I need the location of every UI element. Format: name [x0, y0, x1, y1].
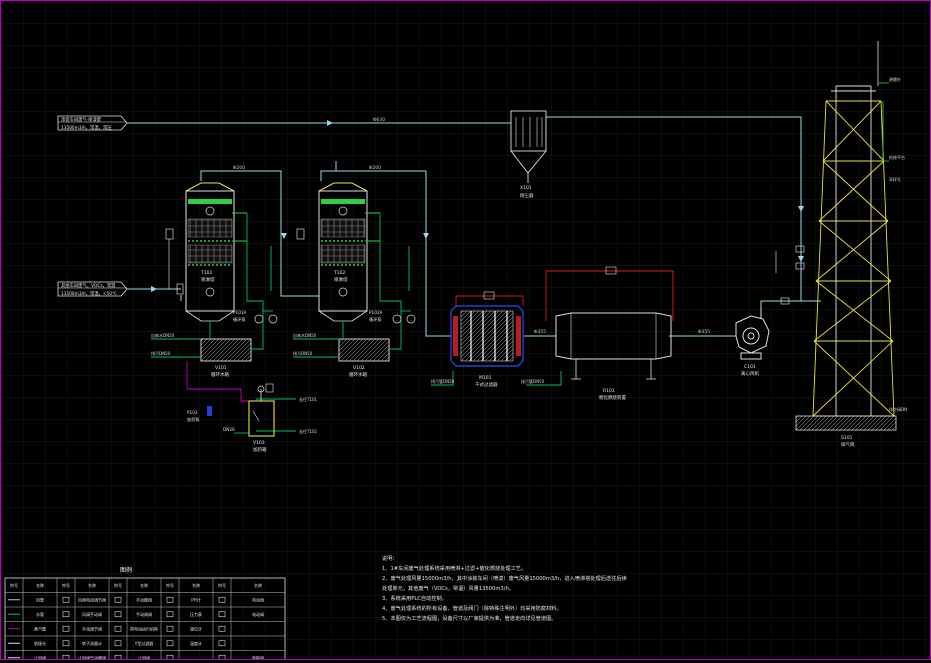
label-stack-3: 采样孔 — [889, 176, 901, 182]
pipe-size-main-top: Φ630 — [373, 117, 385, 123]
inlet-top-label-2: 13500m3/h，常温，常压 — [61, 124, 112, 131]
label-drain-h: 排污管DN50 — [431, 378, 455, 384]
pipe-size-tower1: Φ200 — [233, 165, 245, 171]
label-drain-1: 排污DN50 — [151, 350, 171, 356]
legend-cell: 止回阀 — [34, 654, 46, 659]
s101-tag: S101 — [841, 435, 853, 441]
legend-cell: 风管 — [36, 596, 44, 602]
label-stack-1: 避雷针 — [889, 76, 901, 82]
x101-tag: X101 — [520, 185, 532, 191]
t102-name: 喷淋塔 — [334, 276, 348, 283]
h101-tag: M101 — [479, 375, 492, 381]
v103-name: 加药箱 — [253, 446, 267, 453]
legend-cell: 手动调节阀 — [82, 625, 102, 631]
notes-line-4: 3、系统采用PLC自动控制。 — [382, 596, 447, 602]
p101-name: 循环泵 — [233, 316, 246, 323]
c101-name: 离心风机 — [741, 370, 759, 377]
p101-tag: P101A — [233, 310, 247, 315]
p103-tag: P103 — [187, 410, 198, 415]
legend-cell: 手动蝶阀 — [136, 596, 152, 602]
p102-name: 循环泵 — [369, 316, 382, 323]
x101-name: 除尘器 — [520, 192, 534, 199]
stack-foundation — [795, 415, 897, 431]
dosing-pump-p103 — [207, 406, 212, 416]
notes-line-1: 1、1#车间废气处理系统采用喷淋+过滤+催化燃烧处理工艺。 — [382, 566, 527, 572]
pipe-size-catalytic-in: Φ355 — [534, 329, 546, 335]
r101-name: 催化燃烧装置 — [599, 394, 626, 401]
legend-header-cell: 符号 — [218, 582, 226, 588]
legend-cell: 温度计 — [190, 640, 202, 646]
label-stack-4: 排空阀DN — [889, 406, 907, 412]
notes-line-5: 4、废气处理系统的所有设备、管道及阀门（除特殊注明外）均采用防腐材料。 — [382, 606, 562, 612]
v101-name: 循环水箱 — [211, 371, 229, 378]
s101-name: 排气筒 — [841, 441, 855, 448]
legend-header-cell: 符号 — [166, 582, 174, 588]
inlet-top-label-1: 涂装车间废气·喷漆废 — [61, 116, 102, 123]
t101-name: 喷淋塔 — [201, 276, 215, 283]
legend-cell: 风阀电动调节阀 — [78, 596, 106, 602]
notes-line-2: 2、废气处理风量15000m3/h，其中涂装车间（喷漆）废气风量15000m3/… — [382, 576, 627, 582]
inlet-mid-label-2: 13500m3/h，常温，<50℃ — [61, 290, 117, 297]
p103-name: 加药泵 — [187, 416, 200, 423]
label-drain-r: 排污管DN50 — [521, 378, 545, 384]
label-water-in-1: 自来水DN50 — [151, 332, 175, 338]
legend-header-cell: 符号 — [62, 582, 70, 588]
label-stack-2: 检修平台 — [889, 154, 905, 160]
t102-tag: T102 — [333, 270, 345, 276]
legend-header-cell: 符号 — [114, 582, 122, 588]
legend-cell: 止回阀 — [138, 654, 150, 659]
legend-cell: 电动阀 — [252, 611, 264, 617]
c101-tag: C101 — [744, 364, 756, 370]
tank-v102 — [338, 338, 390, 362]
notes-line-6: 5、本图仅为工艺流程图，设备尺寸以厂家提供为准，管道走向详见管道图。 — [382, 616, 557, 622]
pipe-size-fan-in: Φ355 — [698, 329, 710, 335]
legend-header-cell: 名称 — [36, 582, 44, 588]
label-drain-2: 排污DN50 — [293, 350, 313, 356]
label-dosing-2: 去往T102 — [299, 428, 318, 434]
h101-name: 干式过滤器 — [475, 381, 498, 388]
v103-tag: V103 — [253, 440, 265, 446]
label-dn: DN20 — [223, 427, 235, 432]
p102-tag: P102A — [369, 310, 383, 315]
legend-cell: 软接头 — [34, 640, 46, 646]
notes-line-3: 处理单元，其他废气（VOCs，常温）风量13500m3/h。 — [382, 586, 514, 592]
v102-name: 循环水箱 — [349, 371, 367, 378]
legend-cell: 转子流量计 — [82, 640, 102, 646]
legend-header-cell: 名称 — [192, 582, 200, 588]
legend-header-cell: 名称 — [140, 582, 148, 588]
legend-cell: 水管 — [36, 611, 44, 617]
v102-tag: V102 — [353, 365, 365, 371]
dry-filter-h101 — [450, 305, 524, 367]
inlet-mid-label-1: 其他车间废气，VOCs，常温 — [61, 282, 116, 289]
pipe-size-tower2: Φ200 — [369, 165, 381, 171]
tank-v101 — [200, 338, 252, 362]
legend-header-cell: 名称 — [88, 582, 96, 588]
legend-cell: 止回阀气动蝶阀 — [78, 654, 106, 659]
legend-cell: PH计 — [191, 596, 200, 602]
legend-cell: 手动闸阀 — [136, 611, 152, 617]
legend-cell: 电磁阀 — [252, 654, 264, 659]
legend-cell: 压力表 — [190, 611, 202, 617]
v101-tag: V101 — [215, 365, 227, 371]
legend-header-cell: 名称 — [254, 582, 262, 588]
notes-block: 说明： 1、1#车间废气处理系统采用喷淋+过滤+催化燃烧处理工艺。 2、废气处理… — [382, 554, 702, 624]
label-dosing-1: 去往T101 — [299, 396, 318, 402]
t101-tag: T101 — [200, 270, 212, 276]
legend-title: 图例 — [120, 567, 133, 574]
legend-cell: 蒸汽管 — [34, 625, 46, 631]
r101-tag: R101 — [603, 388, 615, 394]
label-water-in-2: 自来水DN50 — [293, 332, 317, 338]
notes-title: 说明： — [382, 556, 398, 562]
legend-cell: 带电动执行机构 — [130, 625, 158, 631]
legend-cell: 电动阀 — [252, 596, 264, 602]
legend-header-cell: 符号 — [10, 582, 18, 588]
legend-cell: 风阀手动阀 — [82, 611, 102, 617]
legend-cell: 液位计 — [190, 625, 202, 631]
legend-cell: Y型过滤器 — [134, 640, 153, 646]
